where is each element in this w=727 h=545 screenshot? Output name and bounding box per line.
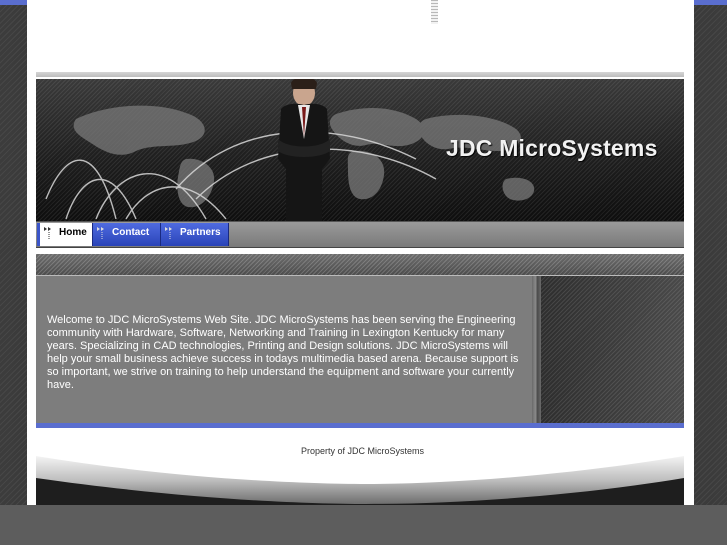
tab-arrow-icon: [44, 227, 51, 240]
tab-contact[interactable]: Contact: [92, 223, 160, 246]
tab-arrow-icon: [97, 227, 104, 240]
footer-swoosh-graphic: [36, 456, 684, 505]
accent-strip-left: [0, 0, 27, 5]
tab-partners[interactable]: Partners: [160, 223, 229, 246]
tab-home-label: Home: [59, 227, 87, 238]
tab-arrow-icon: [165, 227, 172, 240]
nav-bar: Home Contact Partners: [36, 221, 684, 248]
welcome-text: Welcome to JDC MicroSystems Web Site. JD…: [47, 314, 519, 391]
content-divider: [532, 276, 541, 423]
page-background-bottom: [0, 505, 727, 545]
top-divider: [36, 72, 684, 77]
brand-title: JDC MicroSystems: [446, 135, 658, 161]
tab-home[interactable]: Home: [37, 223, 92, 246]
header-banner: JDC MicroSystems: [36, 79, 684, 221]
footer: Property of JDC MicroSystems: [36, 428, 684, 505]
tab-partners-label: Partners: [180, 227, 221, 238]
main-content: Welcome to JDC MicroSystems Web Site. JD…: [36, 276, 532, 423]
page-container: JDC MicroSystems Home Contact Partners W…: [27, 0, 694, 505]
resize-grip[interactable]: [431, 0, 438, 24]
accent-strip-right: [694, 0, 727, 5]
tab-contact-label: Contact: [112, 227, 150, 238]
side-panel: [541, 276, 684, 423]
footer-copyright: Property of JDC MicroSystems: [300, 446, 425, 456]
businessman-graphic: [278, 79, 330, 221]
content-header-bar: [36, 254, 684, 276]
